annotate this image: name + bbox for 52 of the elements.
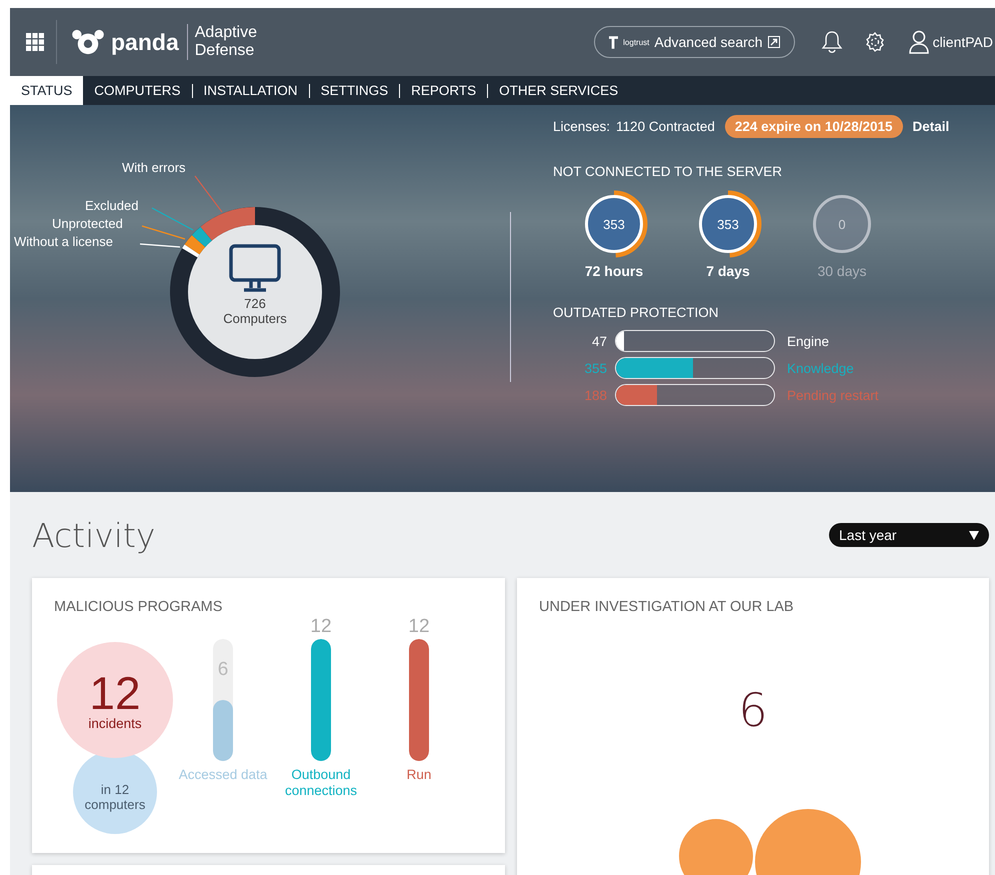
ring-label: 7 days (706, 263, 750, 279)
bar-label: Accessed data (178, 767, 268, 783)
licenses-label: Licenses: (553, 119, 610, 134)
segment-label: Excluded (85, 198, 138, 213)
ring-label: 72 hours (584, 263, 644, 279)
bar-value: 355 (583, 360, 607, 376)
ring-label: 30 days (817, 263, 867, 279)
computer-count-label: Computers (223, 311, 287, 326)
bar-value: 188 (583, 388, 607, 402)
nav-tab[interactable]: OTHER SERVICES (488, 76, 630, 105)
user-icon (908, 30, 929, 54)
lab-count: 6 (737, 683, 769, 737)
dropdown-arrow-icon (969, 530, 979, 540)
user-menu-button[interactable]: clientPAD (906, 30, 995, 54)
license-expiry-badge: 224 expire on 10/28/2015 (724, 115, 902, 138)
bar-value: 47 (590, 334, 607, 348)
panda-logo-icon (71, 29, 105, 55)
bar-label: Knowledge (787, 360, 854, 376)
period-dropdown[interactable]: Last year (829, 523, 989, 547)
app-grid-icon[interactable] (26, 33, 44, 51)
bar-label: Engine (787, 334, 830, 348)
segment-label: Unprotected (52, 216, 123, 231)
bar-label: Pending restart (787, 388, 879, 402)
notification-bell-icon[interactable] (820, 30, 843, 54)
logo-text: panda (111, 28, 179, 56)
product-name: Adaptive Defense (186, 24, 257, 60)
segment-label: Without a license (14, 234, 113, 249)
section-title: OUTDATED PROTECTION (553, 305, 720, 320)
external-link-icon (768, 36, 780, 48)
card-title: MALICIOUS PROGRAMS (53, 598, 224, 615)
details-link[interactable]: Detail (912, 119, 950, 134)
nav-tab[interactable]: STATUS (10, 76, 84, 105)
nav-tab[interactable]: REPORTS (400, 76, 488, 105)
section-title: NOT CONNECTED TO THE SERVER (553, 164, 784, 179)
incident-label: incidents (88, 716, 142, 730)
nav-tab[interactable]: INSTALLATION (192, 76, 309, 105)
bar-value: 12 (310, 615, 332, 639)
incident-count: 12 (89, 670, 141, 716)
bar-value: 12 (408, 615, 430, 639)
nav-tab[interactable]: SETTINGS (310, 76, 400, 105)
computer-count: 726 (244, 296, 266, 311)
monitor-icon (229, 244, 281, 294)
nav-tab[interactable]: COMPUTERS (83, 76, 192, 105)
licenses-contracted: 1120 Contracted (616, 119, 715, 134)
bar-label: Outbound connections (284, 767, 358, 799)
brand-mark-icon (609, 36, 618, 48)
section-heading: Activity (32, 516, 156, 554)
advanced-search-button[interactable]: logtrust Advanced search (594, 26, 795, 58)
segment-label: With errors (122, 160, 186, 175)
card-title: UNDER INVESTIGATION AT OUR LAB (538, 598, 795, 615)
bar-label: Run (406, 767, 432, 783)
computers-text: in 12 computers (84, 782, 146, 812)
